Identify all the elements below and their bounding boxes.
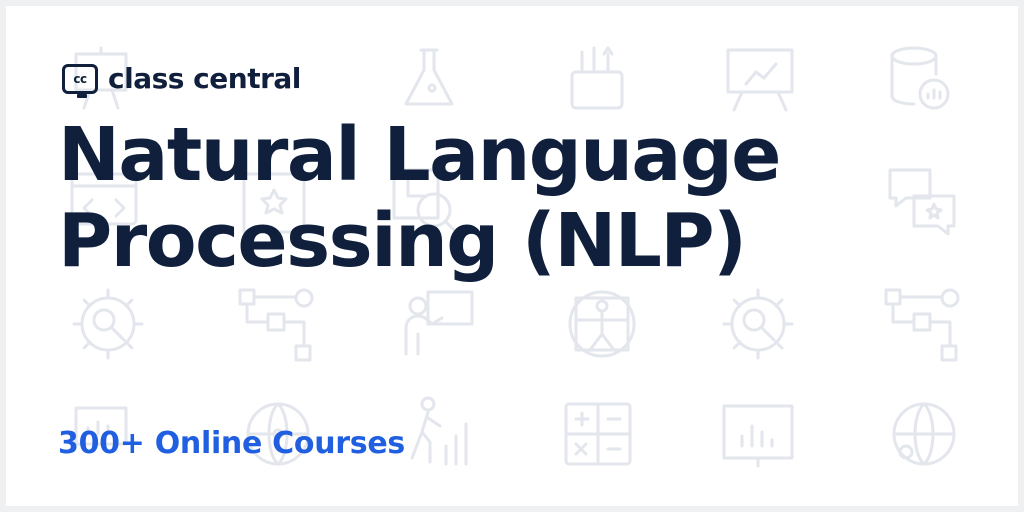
page-title: Natural Language Processing (NLP) [58, 112, 782, 284]
calculator-icon [564, 402, 632, 466]
vitruvian-man-icon [568, 290, 636, 358]
gear-magnifier-icon [722, 288, 794, 360]
page-title-line-2: Processing (NLP) [58, 198, 747, 284]
globe-network-icon [892, 402, 956, 466]
flowchart-icon [238, 288, 314, 362]
growth-person-icon [410, 396, 468, 466]
pencil-cup-icon [570, 46, 624, 110]
page-title-line-1: Natural Language [58, 112, 782, 198]
logo-mark-text: cc [73, 71, 87, 86]
brand-name: class central [108, 62, 301, 95]
teacher-icon [404, 290, 474, 356]
class-central-logo[interactable]: cc class central [62, 62, 301, 98]
gear-magnifier-icon [72, 288, 144, 360]
bar-chart-board-icon [722, 404, 794, 468]
flask-icon [404, 48, 454, 106]
database-chart-icon [890, 46, 950, 110]
banner-card: cc class central Natural Language Proces… [6, 6, 1018, 506]
flowchart-icon [884, 288, 960, 362]
easel-chart-icon [726, 48, 794, 112]
logo-mark: cc [62, 63, 98, 98]
course-count-subtitle: 300+ Online Courses [58, 426, 405, 461]
chat-star-icon [888, 168, 956, 236]
